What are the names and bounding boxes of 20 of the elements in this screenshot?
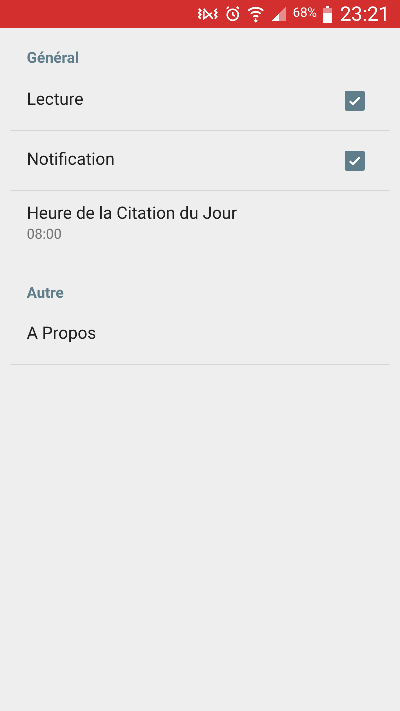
alarm-icon (225, 6, 242, 22)
wifi-icon (247, 5, 266, 23)
checkbox[interactable] (345, 150, 365, 170)
battery-icon (323, 6, 332, 22)
section-header: Général (27, 48, 80, 68)
signal-icon (271, 6, 288, 22)
checkbox[interactable] (345, 90, 365, 110)
setting-label: A Propos (27, 323, 96, 346)
setting-label: Heure de la Citation du Jour (27, 203, 238, 225)
vibrate-mute-icon (197, 6, 220, 22)
setting-label: Lecture (27, 88, 84, 112)
section-header: Autre (27, 282, 64, 304)
battery-percent: 68% (293, 5, 318, 24)
settings-row[interactable]: Notification (10, 131, 390, 191)
settings-row[interactable]: Lecture (10, 71, 390, 131)
setting-label: Notification (27, 148, 115, 172)
clock: 23:21 (340, 1, 390, 28)
settings-row[interactable]: Heure de la Citation du Jour 08:00 (10, 191, 390, 263)
settings-row[interactable]: A Propos (10, 306, 390, 365)
setting-summary: 08:00 (27, 226, 63, 245)
